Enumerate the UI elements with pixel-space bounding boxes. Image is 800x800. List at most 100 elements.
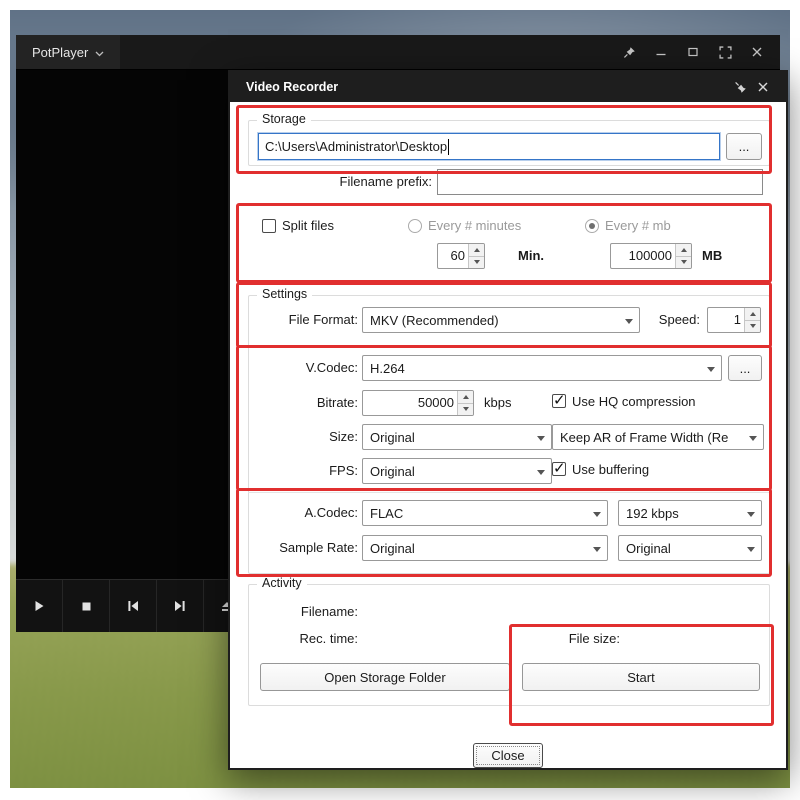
mb-unit-label: MB: [702, 248, 723, 263]
dialog-title: Video Recorder: [246, 80, 339, 94]
start-button[interactable]: Start: [522, 663, 760, 691]
acodec-value: FLAC: [370, 505, 404, 521]
spinner-up-icon[interactable]: [676, 244, 691, 257]
stop-button[interactable]: [63, 580, 110, 632]
maximize-icon[interactable]: [680, 40, 706, 64]
potplayer-titlebar[interactable]: PotPlayer: [16, 35, 780, 70]
mb-value[interactable]: 100000: [611, 244, 675, 268]
acodec-dropdown[interactable]: FLAC: [362, 500, 608, 526]
filename-prefix-input[interactable]: [437, 169, 763, 195]
potplayer-window-controls: [616, 40, 780, 64]
file-format-dropdown[interactable]: MKV (Recommended): [362, 307, 640, 333]
aspect-ratio-value: Keep AR of Frame Width (Re: [560, 429, 729, 445]
activity-group-label: Activity: [257, 576, 307, 590]
open-storage-folder-button[interactable]: Open Storage Folder: [260, 663, 510, 691]
video-recorder-dialog: Video Recorder Storage C:\Users\Administ…: [228, 70, 788, 770]
pin-icon[interactable]: [730, 76, 752, 98]
spinner-down-icon[interactable]: [676, 256, 691, 268]
chevron-down-icon: [593, 547, 601, 552]
potplayer-menu-button[interactable]: PotPlayer: [16, 35, 121, 69]
every-mb-label: Every # mb: [605, 218, 671, 233]
split-files-checkbox[interactable]: [262, 219, 276, 233]
close-button[interactable]: Close: [473, 743, 543, 768]
separator: [248, 345, 770, 346]
text-caret: [448, 138, 450, 155]
bitrate-label: Bitrate:: [316, 395, 358, 410]
sample-rate2-dropdown[interactable]: Original: [618, 535, 762, 561]
filename-prefix-label: Filename prefix:: [339, 174, 432, 189]
fps-dropdown[interactable]: Original: [362, 458, 552, 484]
minimize-icon[interactable]: [648, 40, 674, 64]
bitrate-value[interactable]: 50000: [363, 391, 457, 415]
split-files-label: Split files: [282, 218, 335, 233]
size-value: Original: [370, 429, 415, 445]
activity-file-size-label: File size:: [568, 631, 620, 646]
use-buffering-checkbox[interactable]: [552, 459, 566, 477]
vcodec-dropdown[interactable]: H.264: [362, 355, 722, 381]
spinner-up-icon[interactable]: [469, 244, 484, 257]
vcodec-label: V.Codec:: [305, 360, 358, 375]
separator: [248, 492, 770, 493]
chevron-down-icon: [95, 45, 104, 60]
bitrate-spinner[interactable]: 50000: [362, 390, 474, 416]
activity-rec-time-label: Rec. time:: [299, 631, 358, 646]
mb-spinner[interactable]: 100000: [610, 243, 692, 269]
minutes-unit-label: Min.: [518, 248, 544, 263]
fps-label: FPS:: [329, 463, 358, 478]
separator: [248, 205, 770, 206]
close-icon[interactable]: [752, 76, 774, 98]
fps-value: Original: [370, 463, 415, 479]
chevron-down-icon: [625, 319, 633, 324]
vcodec-value: H.264: [370, 360, 405, 376]
minutes-value[interactable]: 60: [438, 244, 468, 268]
spinner-up-icon[interactable]: [458, 391, 473, 404]
audio-bitrate-value: 192 kbps: [626, 505, 679, 521]
next-button[interactable]: [157, 580, 204, 632]
spinner-down-icon[interactable]: [469, 256, 484, 268]
close-icon[interactable]: [744, 40, 770, 64]
use-buffering-label: Use buffering: [572, 462, 650, 477]
spinner-down-icon[interactable]: [745, 320, 760, 332]
hq-compression-checkbox[interactable]: [552, 391, 566, 409]
chevron-down-icon: [593, 512, 601, 517]
vcodec-options-button[interactable]: ...: [728, 355, 762, 381]
activity-filename-label: Filename:: [300, 604, 358, 619]
spinner-down-icon[interactable]: [458, 403, 473, 415]
sample-rate2-value: Original: [626, 540, 671, 556]
every-minutes-radio[interactable]: [408, 219, 422, 233]
play-button[interactable]: [16, 580, 63, 632]
chevron-down-icon: [749, 436, 757, 441]
fullscreen-icon[interactable]: [712, 40, 738, 64]
desktop-screen: PotPlayer Video Recorder Storage C:\User…: [0, 0, 800, 800]
sample-rate-label: Sample Rate:: [279, 540, 358, 555]
file-format-value: MKV (Recommended): [370, 312, 499, 328]
previous-button[interactable]: [110, 580, 157, 632]
storage-path-value: C:\Users\Administrator\Desktop: [265, 139, 448, 154]
every-mb-radio[interactable]: [585, 219, 599, 233]
every-minutes-label: Every # minutes: [428, 218, 522, 233]
acodec-label: A.Codec:: [304, 505, 358, 520]
aspect-ratio-dropdown[interactable]: Keep AR of Frame Width (Re: [552, 424, 764, 450]
storage-path-input[interactable]: C:\Users\Administrator\Desktop: [258, 133, 720, 160]
audio-bitrate-dropdown[interactable]: 192 kbps: [618, 500, 762, 526]
file-format-label: File Format:: [288, 312, 358, 327]
minutes-spinner[interactable]: 60: [437, 243, 485, 269]
speed-value[interactable]: 1: [708, 308, 744, 332]
chevron-down-icon: [537, 470, 545, 475]
chevron-down-icon: [747, 512, 755, 517]
pin-icon[interactable]: [616, 40, 642, 64]
browse-button[interactable]: ...: [726, 133, 762, 160]
potplayer-title: PotPlayer: [32, 44, 89, 60]
sample-rate-dropdown[interactable]: Original: [362, 535, 608, 561]
speed-label: Speed:: [658, 312, 700, 327]
storage-group-label: Storage: [257, 112, 311, 126]
chevron-down-icon: [747, 547, 755, 552]
size-dropdown[interactable]: Original: [362, 424, 552, 450]
chevron-down-icon: [537, 436, 545, 441]
dialog-titlebar[interactable]: Video Recorder: [230, 72, 786, 102]
spinner-up-icon[interactable]: [745, 308, 760, 321]
sample-rate-value: Original: [370, 540, 415, 556]
dialog-body: Storage C:\Users\Administrator\Desktop .…: [230, 102, 786, 768]
speed-spinner[interactable]: 1: [707, 307, 761, 333]
hq-compression-label: Use HQ compression: [572, 394, 696, 409]
